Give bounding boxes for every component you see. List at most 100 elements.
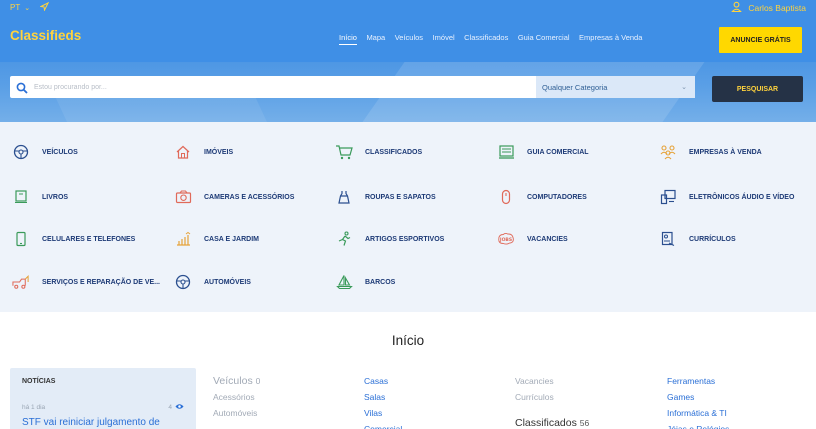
- eye-icon: [175, 403, 184, 412]
- category-label: SERVIÇOS E REPARAÇÃO DE VE...: [42, 278, 160, 286]
- list-item[interactable]: Vilas: [364, 405, 402, 421]
- news-views-count: 4: [168, 404, 172, 411]
- cart-icon: [335, 143, 353, 161]
- category-vacancies[interactable]: JOBS VACANCIES: [497, 230, 568, 248]
- category-label: VEÍCULOS: [42, 148, 78, 156]
- list-item[interactable]: Jóias e Relógios: [667, 421, 729, 429]
- news-panel: NOTÍCIAS há 1 dia 4 STF vai reiniciar ju…: [10, 368, 196, 429]
- svg-text:JOBS: JOBS: [499, 237, 512, 243]
- list-item[interactable]: Currículos: [515, 389, 589, 405]
- category-grid: VEÍCULOS IMÓVEIS CLASSIFICADOS GUIA COME…: [0, 122, 816, 312]
- nav-guia-comercial[interactable]: Guia Comercial: [518, 33, 570, 45]
- category-select[interactable]: Qualquer Categoria ⌄: [536, 76, 695, 98]
- list-item[interactable]: Informática & TI: [667, 405, 729, 421]
- news-headline-link[interactable]: STF vai reiniciar julgamento de: [22, 417, 160, 428]
- list-item[interactable]: Ferramentas: [667, 373, 729, 389]
- category-heading-count: 0: [255, 376, 261, 386]
- category-computadores[interactable]: COMPUTADORES: [497, 188, 587, 206]
- nav-empresas-a-venda[interactable]: Empresas à Venda: [579, 33, 642, 45]
- brand-logo[interactable]: Classifieds: [10, 28, 81, 43]
- category-automoveis[interactable]: AUTOMÓVEIS: [174, 273, 251, 291]
- post-free-ad-button[interactable]: ANUNCIE GRÁTIS: [719, 27, 802, 53]
- category-label: EMPRESAS À VENDA: [689, 148, 762, 156]
- list-item[interactable]: Games: [667, 389, 729, 405]
- tow-truck-icon: [12, 273, 30, 291]
- top-bar: PT ⌄ Carlos Baptista: [0, 0, 816, 17]
- category-label: LIVROS: [42, 193, 69, 201]
- house-icon: [174, 143, 192, 161]
- chevron-down-icon: ⌄: [681, 84, 687, 91]
- list-item[interactable]: Salas: [364, 389, 402, 405]
- category-label: AUTOMÓVEIS: [204, 278, 251, 286]
- category-livros[interactable]: LIVROS: [12, 188, 68, 206]
- category-label: ARTIGOS ESPORTIVOS: [365, 235, 445, 243]
- category-label: CLASSIFICADOS: [365, 148, 423, 156]
- news-views: 4: [168, 403, 184, 412]
- category-label: IMÓVEIS: [204, 148, 234, 156]
- category-barcos[interactable]: BARCOS: [335, 273, 395, 291]
- dress-icon: [335, 188, 353, 206]
- nav-veiculos[interactable]: Veículos: [395, 33, 423, 45]
- language-selector[interactable]: PT ⌄: [10, 1, 50, 13]
- category-celulares[interactable]: CELULARES E TELEFONES: [12, 230, 135, 248]
- jobs-icon: JOBS: [497, 230, 515, 248]
- category-heading-classificados[interactable]: Classificados 56: [515, 415, 589, 429]
- category-classificados[interactable]: CLASSIFICADOS: [335, 143, 422, 161]
- category-heading-veiculos[interactable]: Veículos 0: [213, 373, 260, 389]
- nav-inicio[interactable]: Início: [339, 33, 357, 45]
- news-heading: NOTÍCIAS: [22, 378, 56, 385]
- category-heading-label: Veículos: [213, 375, 253, 387]
- list-item[interactable]: Comercial: [364, 421, 402, 429]
- book-icon: [12, 188, 30, 206]
- steering-wheel-icon: [12, 143, 30, 161]
- category-label: ROUPAS E SAPATOS: [365, 193, 436, 201]
- search-input[interactable]: Estou procurando por...: [10, 76, 536, 98]
- category-eletronicos[interactable]: ELETRÔNICOS ÁUDIO E VÍDEO: [659, 188, 794, 206]
- register-icon: [497, 143, 515, 161]
- devices-icon: [659, 188, 677, 206]
- category-select-value: Qualquer Categoria: [542, 82, 608, 92]
- list-item[interactable]: Vacancies: [515, 373, 589, 389]
- main-nav: Início Mapa Veículos Imóvel Classificado…: [339, 33, 652, 45]
- column-imoveis: Casas Salas Vilas Comercial: [364, 373, 402, 429]
- category-imoveis[interactable]: IMÓVEIS: [174, 143, 233, 161]
- main-header: Classifieds Início Mapa Veículos Imóvel …: [0, 17, 816, 62]
- list-item[interactable]: Automóveis: [213, 405, 260, 421]
- garden-icon: [174, 230, 192, 248]
- page-title: Início: [391, 333, 425, 348]
- category-label: VACANCIES: [527, 235, 568, 243]
- category-cameras[interactable]: CAMERAS E ACESSÓRIOS: [174, 188, 294, 206]
- phone-icon: [12, 230, 30, 248]
- nav-imovel[interactable]: Imóvel: [433, 33, 455, 45]
- chevron-down-icon: ⌄: [24, 4, 31, 12]
- category-guia-comercial[interactable]: GUIA COMERCIAL: [497, 143, 589, 161]
- category-label: CAMERAS E ACESSÓRIOS: [204, 193, 295, 201]
- location-arrow-icon[interactable]: [39, 1, 50, 13]
- search-placeholder: Estou procurando por...: [34, 83, 107, 91]
- category-heading-label: Classificados: [515, 417, 577, 429]
- category-roupas[interactable]: ROUPAS E SAPATOS: [335, 188, 436, 206]
- language-label: PT: [10, 3, 21, 12]
- category-label: ELETRÔNICOS ÁUDIO E VÍDEO: [689, 193, 795, 201]
- category-curriculos[interactable]: CURRÍCULOS: [659, 230, 736, 248]
- category-label: CURRÍCULOS: [689, 235, 736, 243]
- news-time: há 1 dia: [22, 404, 46, 411]
- category-heading-count: 56: [579, 418, 590, 428]
- user-menu[interactable]: Carlos Baptista: [731, 1, 806, 14]
- category-casa-jardim[interactable]: CASA E JARDIM: [174, 230, 259, 248]
- list-item[interactable]: Casas: [364, 373, 402, 389]
- people-icon: [659, 143, 677, 161]
- list-item[interactable]: Acessórios: [213, 389, 260, 405]
- resume-icon: [659, 230, 677, 248]
- category-empresas-a-venda[interactable]: EMPRESAS À VENDA: [659, 143, 762, 161]
- search-hero: Estou procurando por... Qualquer Categor…: [0, 62, 816, 122]
- category-artigos-esportivos[interactable]: ARTIGOS ESPORTIVOS: [335, 230, 444, 248]
- search-button[interactable]: PESQUISAR: [712, 76, 803, 102]
- mouse-icon: [497, 188, 515, 206]
- nav-classificados[interactable]: Classificados: [464, 33, 508, 45]
- category-veiculos[interactable]: VEÍCULOS: [12, 143, 78, 161]
- nav-mapa[interactable]: Mapa: [366, 33, 385, 45]
- category-servicos[interactable]: SERVIÇOS E REPARAÇÃO DE VE...: [12, 273, 160, 291]
- category-label: COMPUTADORES: [527, 193, 587, 201]
- column-vacancies: Vacancies Currículos Classificados 56: [515, 373, 589, 429]
